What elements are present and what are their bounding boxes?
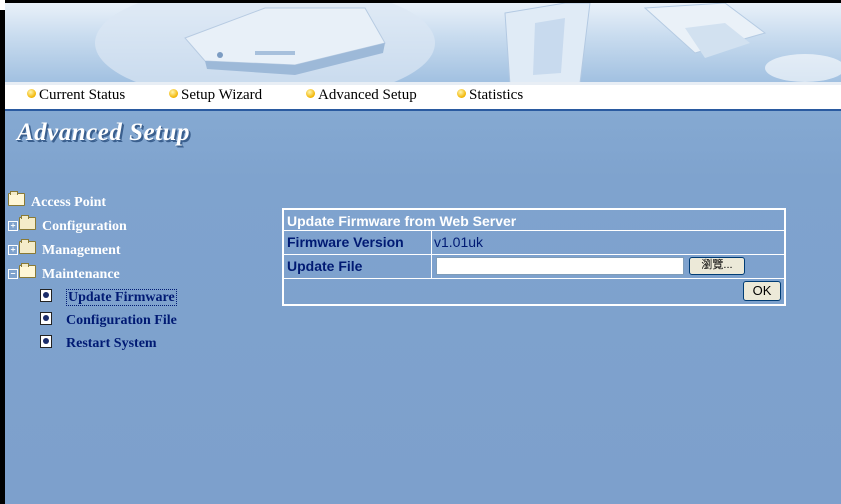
nav-statistics[interactable]: Statistics — [457, 87, 523, 104]
nav-advanced-setup[interactable]: Advanced Setup — [306, 87, 417, 104]
update-file-input[interactable] — [436, 257, 684, 275]
firmware-version-value: v1.01uk — [434, 234, 484, 250]
ok-button[interactable]: OK — [743, 281, 781, 301]
collapse-minus-icon[interactable]: − — [8, 269, 18, 279]
nav-setup-wizard[interactable]: Setup Wizard — [169, 87, 262, 104]
nav-current-status[interactable]: Current Status — [27, 87, 125, 104]
update-file-label: Update File — [284, 255, 432, 278]
action-row: OK — [283, 279, 785, 305]
bullet-icon — [27, 89, 36, 98]
open-folder-icon — [8, 191, 25, 206]
tree-item-management[interactable]: + Management — [8, 239, 121, 259]
top-nav: Current Status Setup Wizard Advanced Set… — [5, 85, 841, 111]
tree-item-maintenance[interactable]: − Maintenance — [8, 263, 120, 283]
tree-item-update-firmware[interactable]: Update Firmware — [40, 289, 177, 306]
window-corner — [0, 0, 5, 10]
browse-button[interactable]: 瀏覽... — [689, 257, 745, 275]
tree-item-configuration-file[interactable]: Configuration File — [40, 312, 177, 329]
expand-plus-icon[interactable]: + — [8, 245, 18, 255]
tree-root-access-point[interactable]: Access Point — [8, 191, 106, 211]
page-icon — [40, 312, 52, 325]
page-icon — [40, 289, 52, 302]
update-firmware-panel: Update Firmware from Web Server Firmware… — [282, 208, 786, 306]
panel-header: Update Firmware from Web Server — [283, 209, 785, 231]
folder-icon — [19, 215, 36, 230]
page-icon — [40, 335, 52, 348]
bullet-icon — [169, 89, 178, 98]
header-banner — [5, 3, 841, 85]
banner-graphic — [95, 3, 841, 85]
update-file-row: Update File 瀏覽... — [283, 255, 785, 279]
bullet-icon — [457, 89, 466, 98]
firmware-version-label: Firmware Version — [284, 231, 432, 254]
expand-plus-icon[interactable]: + — [8, 221, 18, 231]
tree-item-restart-system[interactable]: Restart System — [40, 335, 157, 352]
firmware-version-row: Firmware Version v1.01uk — [283, 231, 785, 255]
bullet-icon — [306, 89, 315, 98]
open-folder-icon — [19, 263, 36, 278]
folder-icon — [19, 239, 36, 254]
app-frame: Current Status Setup Wizard Advanced Set… — [5, 3, 841, 504]
page-title: Advanced Setup — [17, 119, 190, 146]
tree-item-configuration[interactable]: + Configuration — [8, 215, 127, 235]
